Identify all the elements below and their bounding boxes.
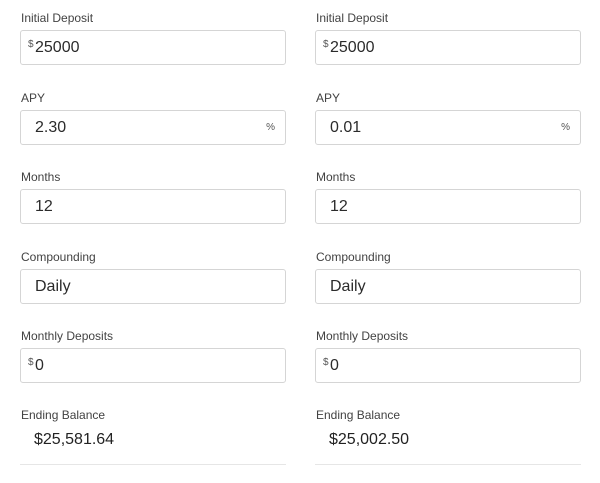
percent-suffix: % [561,122,570,133]
currency-prefix: $ [323,39,329,50]
apy-value: 0.01 [330,119,362,136]
ending-balance-value: $25,581.64 [34,431,115,448]
monthly-deposits-input[interactable]: $ 0 [315,348,581,383]
monthly-deposits-label: Monthly Deposits [21,329,114,343]
currency-prefix: $ [28,357,34,368]
currency-prefix: $ [28,39,34,50]
months-value: 12 [330,198,348,215]
compounding-label: Compounding [316,250,391,264]
monthly-deposits-value: 0 [330,357,339,374]
monthly-deposits-input[interactable]: $ 0 [20,348,286,383]
initial-deposit-label: Initial Deposit [316,11,389,25]
ending-balance-label: Ending Balance [21,408,106,422]
monthly-deposits-value: 0 [35,357,44,374]
months-label: Months [316,170,356,184]
apy-label: APY [316,91,341,105]
apy-label: APY [21,91,46,105]
apy-value: 2.30 [35,119,67,136]
apy-input[interactable]: 2.30 % [20,110,286,145]
initial-deposit-value: 25000 [330,39,375,56]
compounding-value: Daily [35,278,71,295]
initial-deposit-input[interactable]: $ 25000 [20,30,286,65]
ending-balance-label: Ending Balance [316,408,401,422]
initial-deposit-label: Initial Deposit [21,11,94,25]
ending-balance-value: $25,002.50 [329,431,410,448]
months-input[interactable]: 12 [315,189,581,224]
ending-balance-output: $25,581.64 [20,425,286,465]
currency-prefix: $ [323,357,329,368]
compounding-select[interactable]: Daily [315,269,581,304]
compounding-label: Compounding [21,250,96,264]
months-label: Months [21,170,61,184]
compounding-value: Daily [330,278,366,295]
ending-balance-output: $25,002.50 [315,425,581,465]
apy-input[interactable]: 0.01 % [315,110,581,145]
percent-suffix: % [266,122,275,133]
initial-deposit-value: 25000 [35,39,80,56]
initial-deposit-input[interactable]: $ 25000 [315,30,581,65]
months-value: 12 [35,198,53,215]
months-input[interactable]: 12 [20,189,286,224]
compounding-select[interactable]: Daily [20,269,286,304]
monthly-deposits-label: Monthly Deposits [316,329,409,343]
